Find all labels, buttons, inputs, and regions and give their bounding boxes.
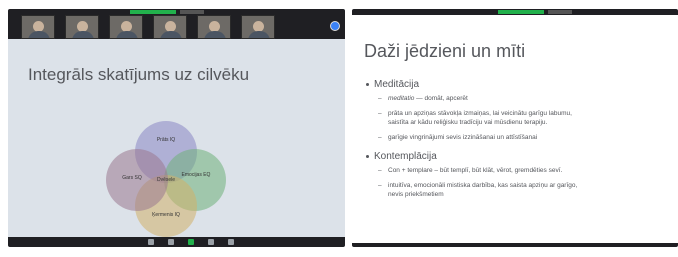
bottom-bar [352,243,678,247]
sub-item: – Con + templare – būt templī, būt klāt, … [378,167,563,174]
bullet-label: Meditācija [374,79,420,90]
slide-title: Daži jēdzieni un mīti [364,41,526,61]
sub-text: prāta un apziņas stāvokļa izmaiņas, lai … [388,110,572,117]
video-strip [8,9,345,39]
bullet-contemplation: Kontemplācija [366,151,437,162]
bullet-label: Kontemplācija [374,151,437,162]
participant-video[interactable] [241,15,275,39]
chat-icon[interactable] [168,239,174,245]
venn-label-top: Prāts IQ [156,137,176,143]
screen-share-indicator [130,10,176,14]
sub-item-continued: nevis priekšmetiem [388,191,444,200]
sub-text: — domāt, apcerēt [414,95,468,102]
participant-video[interactable] [21,15,55,39]
participant-video[interactable] [197,15,231,39]
slide-title: Integrāls skatījums uz cilvēku [28,65,250,84]
people-icon[interactable] [148,239,154,245]
term: meditatio [388,95,415,102]
sub-item-continued: saistīta ar kādu reliģisku tradīciju vai… [388,119,547,128]
venn-label-bottom: Ķermenis IQ [152,212,180,218]
bullet-meditation: Meditācija [366,79,420,90]
top-bar [352,9,678,15]
sub-item: – garīgie vingrinājumi sevis izzināšanai … [378,134,538,141]
screen-share-indicator [498,10,544,14]
sub-text: saistīta ar kādu reliģisku tradīciju vai… [388,119,548,126]
sub-item: – meditatio — domāt, apcerēt [378,95,468,102]
left-meeting-window: Integrāls skatījums uz cilvēku Prāts IQ … [8,9,345,247]
venn-diagram: Prāts IQ Emocijas EQ Ķermenis IQ Gars SQ… [96,117,236,237]
sub-text: garīgie vingrinājumi sevis izzināšanai u… [388,134,538,141]
participant-video[interactable] [153,15,187,39]
leave-icon[interactable] [228,239,234,245]
view-options-button[interactable] [180,10,204,14]
expand-icon[interactable] [330,21,340,31]
venn-label-center: Dvēsele [156,177,176,183]
participant-video[interactable] [65,15,99,39]
sub-item: – intuitīva, emocionāli mistiska darbība,… [378,182,578,189]
share-screen-icon[interactable] [188,239,194,245]
meeting-controls [8,237,345,247]
sub-item: – prāta un apziņas stāvokļa izmaiņas, lai… [378,110,572,117]
view-options-button[interactable] [548,10,572,14]
sub-text: Con + templare – būt templī, būt klāt, v… [388,167,563,174]
sub-text: intuitīva, emocionāli mistiska darbība, … [388,182,578,189]
right-meeting-window: Daži jēdzieni un mīti Meditācija – medita… [352,9,678,247]
react-icon[interactable] [208,239,214,245]
participant-video[interactable] [109,15,143,39]
sub-text: nevis priekšmetiem [388,191,444,198]
